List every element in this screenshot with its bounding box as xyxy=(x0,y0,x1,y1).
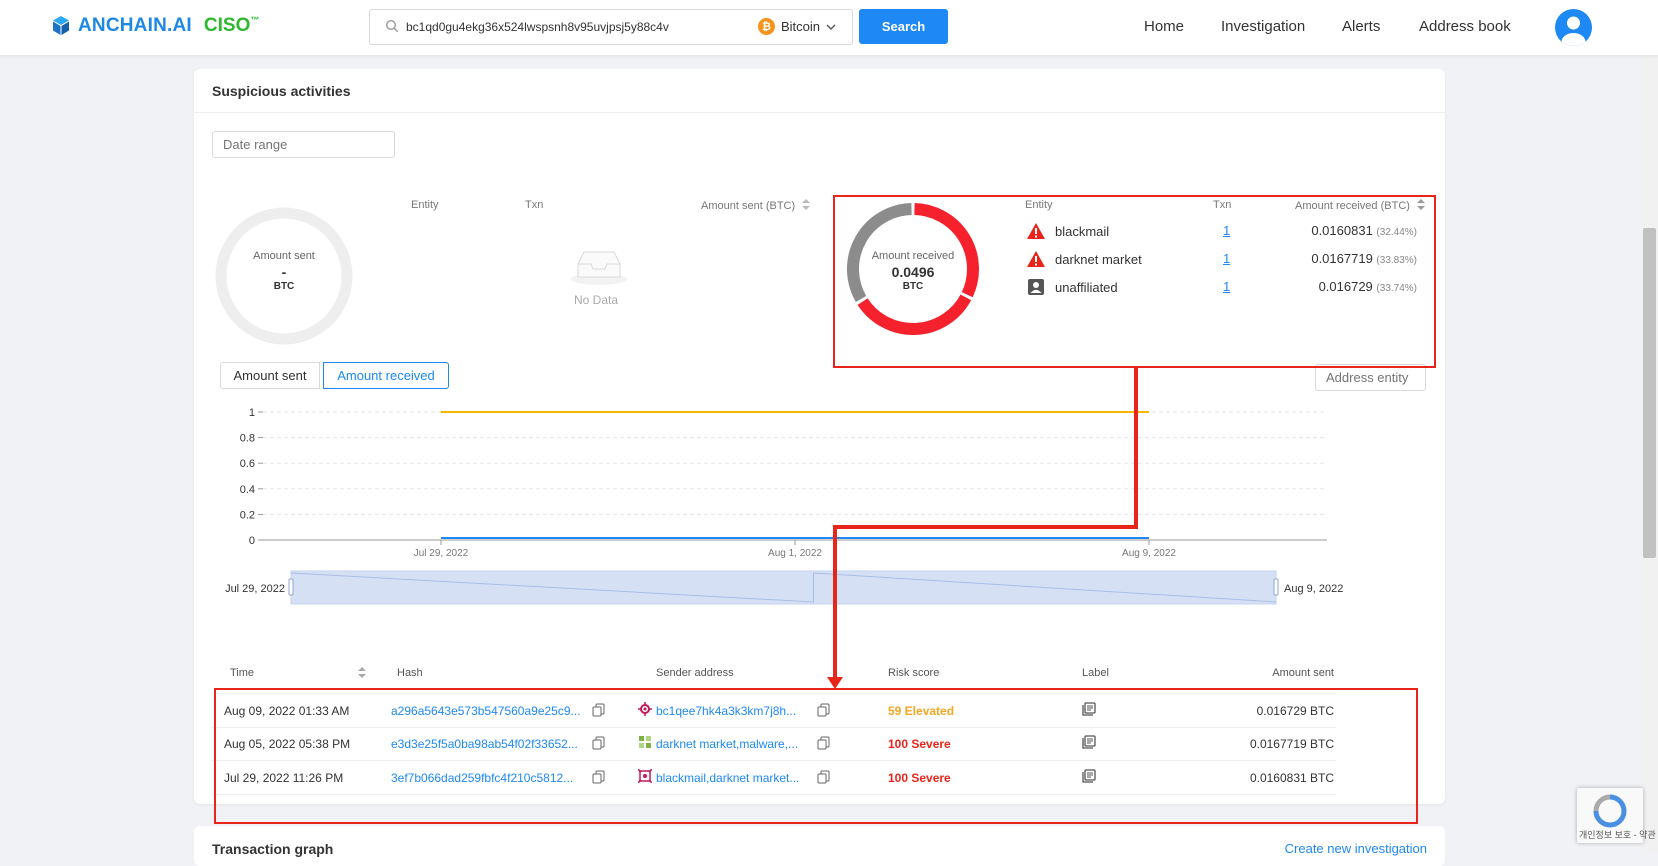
transaction-graph-card: Transaction graph Create new investigati… xyxy=(194,826,1445,866)
search-button[interactable]: Search xyxy=(859,9,948,44)
search-box: ₿ Bitcoin xyxy=(369,9,853,45)
user-icon xyxy=(1561,16,1586,46)
copy-icon[interactable] xyxy=(592,770,605,784)
col-risk-header: Risk score xyxy=(888,667,940,679)
row-sender-link[interactable]: bc1qee7hk4a3k3km7j8h... xyxy=(656,704,796,718)
address-tag-icon xyxy=(638,702,652,716)
copy-icon[interactable] xyxy=(817,703,830,717)
label-icon[interactable] xyxy=(1082,735,1096,749)
col-sender-header: Sender address xyxy=(656,667,734,679)
logo-text: ANCHAIN.AI xyxy=(78,15,192,36)
row-sender-link[interactable]: blackmail,darknet market... xyxy=(656,771,799,785)
nav-address-book[interactable]: Address book xyxy=(1419,18,1511,35)
y-tick-label: 0.6 xyxy=(240,458,255,470)
nav-home[interactable]: Home xyxy=(1144,18,1184,35)
x-tick-label: Aug 1, 2022 xyxy=(768,548,822,559)
y-tick-label: 0 xyxy=(249,535,255,547)
col-hash-header: Hash xyxy=(397,667,423,679)
copy-icon[interactable] xyxy=(592,736,605,750)
label-icon[interactable] xyxy=(1082,769,1096,783)
col-amount-header: Amount sent xyxy=(1272,667,1334,679)
row-time: Jul 29, 2022 11:26 PM xyxy=(224,771,344,785)
chain-label: Bitcoin xyxy=(781,19,821,34)
zoom-start-label: Jul 29, 2022 xyxy=(225,583,285,595)
address-tag-icon xyxy=(638,769,652,783)
recaptcha-text: 개인정보 보호 - 약관 xyxy=(1579,830,1656,840)
suspicious-activities-card: Suspicious activities Amount sent - BTC … xyxy=(194,69,1445,804)
scrollbar-thumb[interactable] xyxy=(1643,228,1656,558)
y-tick-label: 1 xyxy=(249,407,255,419)
search-input[interactable] xyxy=(404,12,778,42)
x-tick-label: Aug 9, 2022 xyxy=(1122,548,1176,559)
chevron-down-icon xyxy=(826,24,836,30)
label-icon[interactable] xyxy=(1082,702,1096,716)
transaction-graph-title: Transaction graph xyxy=(212,841,334,857)
col-label-header: Label xyxy=(1082,667,1109,679)
row-sender-link[interactable]: darknet market,malware,... xyxy=(656,737,798,751)
time-series-chart: 0 0.2 0.4 0.6 0.8 1 Jul 29, 2022 Aug 1, 2022 Aug… xyxy=(225,407,1343,605)
row-hash-link[interactable]: 3ef7b066dad259fbfc4f210c5812... xyxy=(391,771,573,785)
copy-icon[interactable] xyxy=(817,770,830,784)
logo[interactable]: ANCHAIN.AI CISO™ xyxy=(50,15,259,37)
col-time-header[interactable]: Time xyxy=(230,667,254,679)
page-scrollbar[interactable] xyxy=(1641,55,1658,854)
row-hash-link[interactable]: e3d3e25f5a0ba98ab54f02f33652... xyxy=(391,737,578,751)
nav-alerts[interactable]: Alerts xyxy=(1342,18,1380,35)
zoom-handle-left[interactable] xyxy=(288,578,294,596)
table-row[interactable]: Aug 05, 2022 05:38 PM e3d3e25f5a0ba98ab5… xyxy=(212,727,1336,761)
row-time: Aug 05, 2022 05:38 PM xyxy=(224,737,351,751)
y-tick-label: 0.2 xyxy=(240,509,255,521)
zoom-end-label: Aug 9, 2022 xyxy=(1284,583,1343,595)
top-navbar: ANCHAIN.AI CISO™ ₿ Bitcoin Search Home I… xyxy=(0,0,1658,55)
sort-icon[interactable] xyxy=(358,666,366,679)
y-tick-label: 0.8 xyxy=(240,433,255,445)
search-icon xyxy=(385,19,399,33)
zoom-slider-window[interactable] xyxy=(290,570,1277,605)
row-amount: 0.0160831 BTC xyxy=(1249,771,1334,785)
risk-score: 59 Elevated xyxy=(888,704,955,718)
row-time: Aug 09, 2022 01:33 AM xyxy=(224,704,350,718)
recaptcha-badge[interactable]: 개인정보 보호 - 약관 xyxy=(1577,788,1656,843)
risk-score: 100 Severe xyxy=(888,771,951,785)
user-avatar[interactable] xyxy=(1555,9,1592,46)
copy-icon[interactable] xyxy=(592,703,605,717)
logo-ciso: CISO™ xyxy=(203,15,260,36)
zoom-handle-right[interactable] xyxy=(1273,578,1279,596)
x-tick-label: Jul 29, 2022 xyxy=(414,548,469,559)
row-hash-link[interactable]: a296a5643e573b547560a9e25c9... xyxy=(391,704,581,718)
cube-logo-icon xyxy=(53,16,69,35)
bitcoin-icon: ₿ xyxy=(758,18,775,35)
nav-investigation[interactable]: Investigation xyxy=(1221,18,1305,35)
risk-score: 100 Severe xyxy=(888,737,951,751)
table-row[interactable]: Aug 09, 2022 01:33 AM a296a5643e573b5475… xyxy=(212,693,1336,728)
copy-icon[interactable] xyxy=(817,736,830,750)
chain-select[interactable]: ₿ Bitcoin xyxy=(758,18,836,35)
row-amount: 0.0167719 BTC xyxy=(1249,737,1334,751)
row-amount: 0.016729 BTC xyxy=(1256,704,1334,718)
y-tick-label: 0.4 xyxy=(240,484,255,496)
table-row[interactable]: Jul 29, 2022 11:26 PM 3ef7b066dad259fbfc… xyxy=(212,761,1336,795)
recaptcha-icon xyxy=(1593,794,1627,828)
address-tag-icon xyxy=(639,736,651,748)
